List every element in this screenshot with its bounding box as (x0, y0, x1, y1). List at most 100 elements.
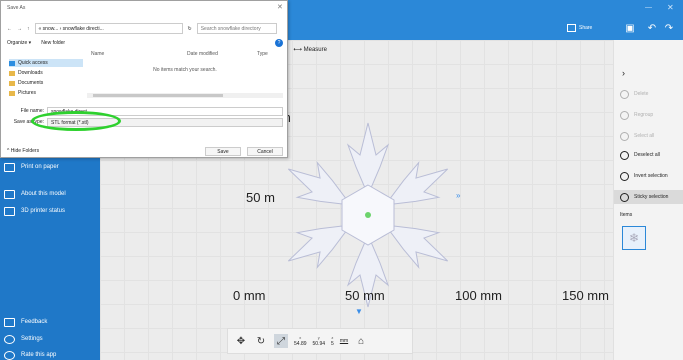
command-bar: Organize ▾ New folder ? (7, 38, 283, 48)
coord-y[interactable]: y 50.94 (313, 335, 326, 347)
new-folder-button[interactable]: New folder (41, 40, 65, 46)
redo-icon[interactable]: ↷ (660, 22, 678, 36)
undo-icon[interactable]: ↶ (643, 22, 661, 36)
sticky-label: Sticky selection (634, 194, 669, 200)
measure-label: Measure (303, 47, 327, 53)
scrollbar-thumb[interactable] (93, 94, 223, 97)
rotate-tool-icon[interactable]: ↻ (254, 334, 268, 348)
invert-selection-button[interactable]: Invert selection (614, 169, 683, 183)
file-list[interactable]: Name Date modified Type No items match y… (87, 51, 283, 97)
regroup-button[interactable]: Regroup (614, 108, 683, 122)
axis-label-50: 50 mm (345, 288, 385, 303)
delete-icon (620, 89, 629, 99)
list-icon (4, 206, 15, 216)
move-tool-icon[interactable]: ✥ (234, 334, 248, 348)
deselect-label: Deselect all (634, 152, 660, 158)
minimize-button[interactable]: — (645, 4, 652, 11)
column-header-date[interactable]: Date modified (187, 51, 257, 59)
documents-folder-icon (9, 80, 15, 86)
hide-folders-button[interactable]: ^ Hide Folders (7, 148, 39, 154)
refresh-icon[interactable]: ↻ (188, 26, 192, 32)
axis-label-0: 0 mm (233, 288, 266, 303)
deselect-all-button[interactable]: Deselect all (614, 148, 683, 162)
column-header-name[interactable]: Name (87, 51, 187, 59)
invert-label: Invert selection (634, 173, 668, 179)
delete-button[interactable]: Delete (614, 87, 683, 101)
regroup-label: Regroup (634, 112, 654, 118)
sidebar-item-label: Feedback (21, 319, 48, 325)
axis-label-150: 150 mm (562, 288, 609, 303)
nav-item-quick-access[interactable]: Quick access (9, 59, 83, 67)
cancel-button[interactable]: Cancel (247, 146, 283, 156)
sidebar-item-label: Rate this app (21, 352, 57, 358)
sidebar-item-rate-app[interactable]: Rate this app (0, 348, 100, 360)
lock-icon[interactable]: ⌂ (354, 334, 368, 348)
coord-x-value: 54.89 (294, 341, 307, 347)
column-header-type[interactable]: Type (257, 51, 283, 59)
sidebar-item-printer-status[interactable]: 3D printer status (0, 204, 100, 218)
scale-tool-icon[interactable]: ⤢ (274, 334, 288, 348)
nav-item-pictures[interactable]: Pictures (9, 89, 83, 97)
unit-selector[interactable]: mm (340, 338, 348, 344)
select-all-button[interactable]: Select all (614, 129, 683, 143)
dialog-footer: ^ Hide Folders Save Cancel (7, 146, 283, 156)
hide-folders-label: Hide Folders (10, 148, 40, 154)
down-arrow-icon[interactable]: ▼ (355, 307, 363, 316)
window-close-button[interactable]: ✕ (667, 3, 674, 12)
coord-x[interactable]: x 54.89 (294, 335, 307, 347)
sidebar-item-print-on-paper[interactable]: Print on paper (0, 160, 100, 174)
dialog-title: Save As (7, 5, 26, 11)
sidebar-item-settings[interactable]: Settings (0, 332, 100, 346)
measure-button[interactable]: ⟷ Measure (293, 46, 327, 53)
snowflake-model[interactable] (268, 115, 468, 315)
smiley-icon (4, 350, 15, 360)
share-icon (567, 24, 576, 32)
dialog-close-button[interactable]: ✕ (277, 3, 283, 11)
nav-item-label: Documents (18, 80, 44, 86)
sidebar-item-label: Print on paper (21, 164, 59, 170)
path-field[interactable]: « snow... › snowflake directi... (34, 23, 183, 34)
sticky-selection-button[interactable]: Sticky selection (614, 190, 683, 204)
coord-z-value: 5 (331, 341, 334, 347)
item-thumbnail-snowflake[interactable]: ❄ (622, 226, 646, 250)
expand-chevron-icon[interactable]: › (622, 68, 625, 78)
nav-item-documents[interactable]: Documents (9, 79, 83, 87)
invert-icon (620, 171, 629, 181)
sidebar-item-label: About this model (21, 191, 66, 197)
nav-item-label: Quick access (18, 60, 48, 66)
sidebar-item-feedback[interactable]: Feedback (0, 315, 100, 329)
sidebar-item-label: Settings (21, 336, 43, 342)
items-section-label: Items (620, 212, 633, 218)
organize-button[interactable]: Organize ▾ (7, 40, 31, 46)
coord-z[interactable]: z 5 (331, 335, 334, 347)
nav-item-label: Downloads (18, 70, 43, 76)
right-panel: › Delete Regroup Select all Deselect all… (613, 40, 683, 360)
share-button[interactable]: Share (567, 24, 592, 32)
up-icon[interactable]: ↑ (27, 26, 30, 32)
horizontal-scrollbar[interactable] (87, 93, 283, 98)
nav-item-downloads[interactable]: Downloads (9, 69, 83, 77)
nav-item-label: Pictures (18, 90, 37, 96)
help-icon[interactable]: ? (275, 39, 283, 47)
back-icon[interactable]: ← (7, 26, 12, 32)
deselect-icon (620, 150, 629, 160)
column-headers: Name Date modified Type (87, 51, 283, 59)
sticky-icon (620, 192, 629, 202)
axis-label-100: 100 mm (455, 288, 502, 303)
printer-icon (4, 162, 15, 172)
save-icon[interactable]: ▣ (621, 22, 639, 36)
search-input[interactable]: Search snowflake directory (196, 23, 277, 34)
download-folder-icon (9, 70, 15, 76)
empty-message: No items match your search. (153, 67, 217, 73)
gear-icon (4, 334, 15, 344)
green-highlight-annotation (31, 111, 121, 131)
sidebar-item-label: 3D printer status (21, 208, 66, 214)
sidebar-item-about-model[interactable]: About this model (0, 187, 100, 201)
save-button[interactable]: Save (205, 146, 241, 156)
filename-label: File name: (20, 108, 44, 114)
move-handle-icon[interactable]: » (456, 191, 460, 200)
coord-y-value: 50.94 (312, 341, 326, 347)
transform-toolbar: ✥ ↻ ⤢ x 54.89 y 50.94 z 5 mm ⌂ (227, 328, 413, 354)
navigation-pane: Quick access Downloads Documents Picture… (7, 51, 83, 99)
forward-icon[interactable]: → (17, 26, 22, 32)
